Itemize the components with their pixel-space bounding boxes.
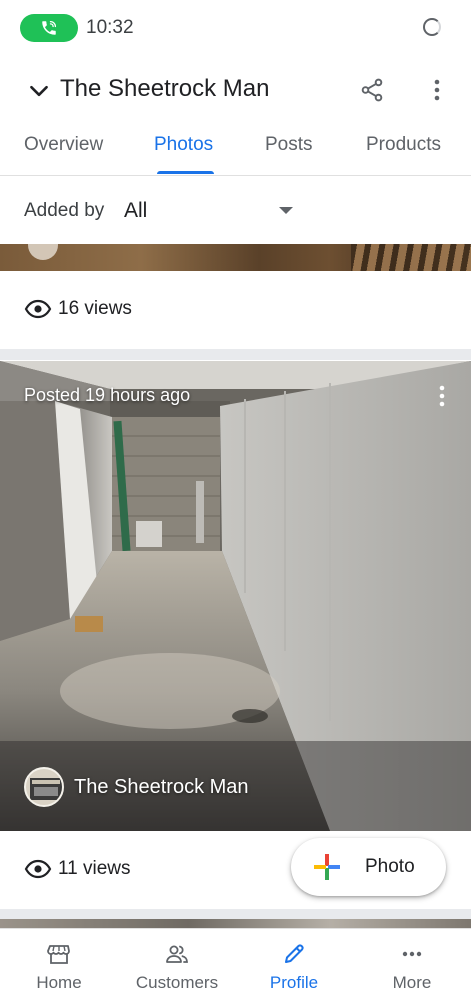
photo-card-more-button[interactable] — [430, 383, 454, 409]
views-count: 11 views — [58, 858, 131, 879]
people-icon — [166, 945, 188, 963]
posted-time: Posted 19 hours ago — [24, 385, 191, 405]
loading-spinner-icon — [423, 18, 441, 36]
phone-in-call-icon — [42, 20, 57, 35]
previous-photo-image[interactable] — [0, 244, 471, 271]
photo-author-name[interactable]: The Sheetrock Man — [74, 776, 249, 799]
more-vert-icon — [439, 385, 445, 407]
tab-posts[interactable]: Posts — [265, 134, 313, 156]
nav-home[interactable]: Home — [0, 929, 118, 1000]
bottom-navigation: Home Customers Profile More — [0, 928, 471, 1000]
business-title: The Sheetrock Man — [60, 75, 270, 102]
add-photo-button[interactable]: Photo — [291, 838, 446, 896]
photo-card-image[interactable]: Posted 19 hours ago The Sheetrock Man — [0, 361, 471, 831]
photo-scene — [0, 361, 471, 831]
nav-profile[interactable]: Profile — [235, 929, 353, 1000]
status-bar: 10:32 — [0, 0, 471, 56]
eye-icon — [24, 299, 52, 319]
share-button[interactable] — [356, 74, 388, 106]
profile-tabs: Overview Photos Posts Products — [0, 126, 471, 176]
nav-customers-label: Customers — [135, 973, 219, 992]
more-vert-icon — [434, 79, 440, 101]
eye-icon — [24, 859, 52, 879]
next-photo-image[interactable] — [0, 919, 471, 928]
chevron-down-icon[interactable] — [26, 78, 52, 104]
nav-customers[interactable]: Customers — [118, 929, 236, 1000]
more-horiz-icon — [402, 951, 422, 957]
filter-value[interactable]: All — [124, 199, 147, 223]
header-more-button[interactable] — [423, 74, 451, 106]
tab-photos[interactable]: Photos — [154, 134, 213, 156]
share-icon — [361, 78, 383, 102]
tab-products[interactable]: Products — [366, 134, 441, 156]
filter-label: Added by — [24, 200, 105, 221]
dropdown-caret-icon[interactable] — [279, 207, 293, 214]
fab-label: Photo — [365, 856, 415, 877]
pencil-icon — [285, 944, 304, 963]
plus-multicolor-icon — [314, 854, 340, 880]
card-divider — [0, 349, 471, 360]
app-header: The Sheetrock Man — [0, 56, 471, 126]
active-tab-indicator — [157, 171, 214, 174]
views-count: 16 views — [58, 298, 132, 319]
nav-home-label: Home — [36, 973, 82, 992]
added-by-filter[interactable]: Added by All — [0, 177, 471, 244]
status-clock: 10:32 — [86, 17, 134, 38]
nav-more-label: More — [392, 973, 432, 992]
card-divider — [0, 909, 471, 919]
storefront-icon — [47, 945, 70, 964]
avatar[interactable] — [24, 767, 64, 807]
ongoing-call-pill[interactable] — [20, 14, 78, 42]
nav-more[interactable]: More — [353, 929, 471, 1000]
previous-card-views: 16 views — [0, 271, 471, 349]
nav-profile-label: Profile — [269, 973, 319, 992]
tab-overview[interactable]: Overview — [24, 134, 103, 156]
